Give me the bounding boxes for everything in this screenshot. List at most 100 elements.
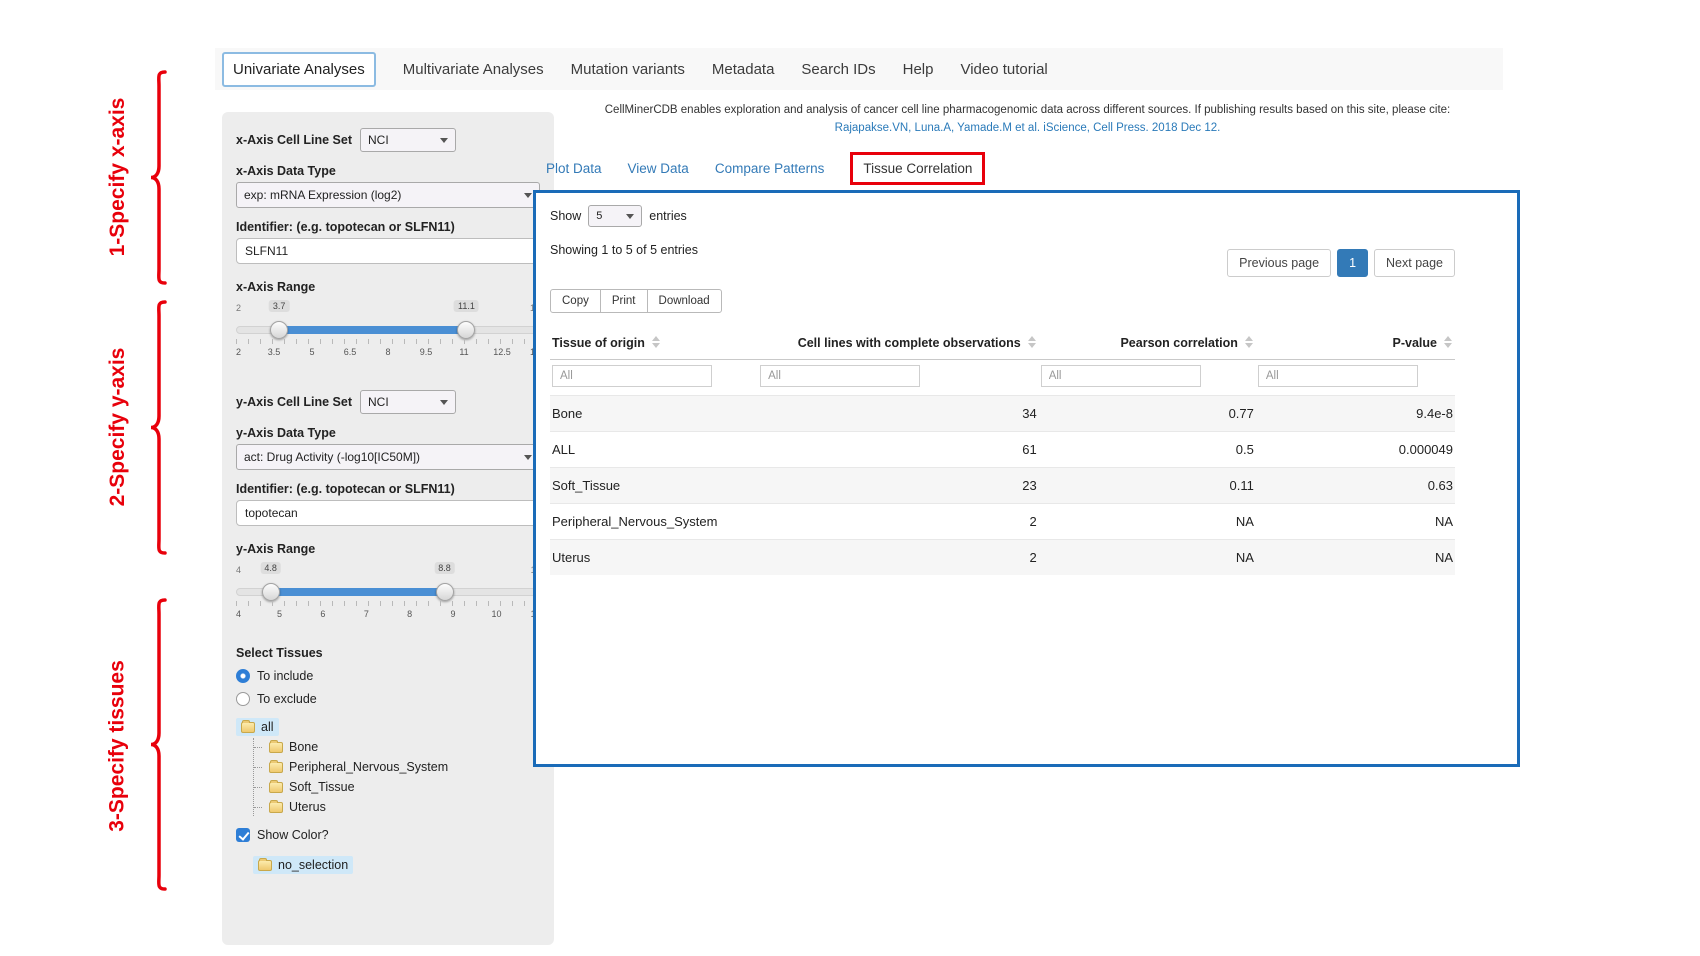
sort-icon[interactable]: [1444, 336, 1453, 348]
tree-item-all[interactable]: all: [236, 718, 279, 736]
subtab-tissue-correlation[interactable]: Tissue Correlation: [850, 152, 985, 185]
slider-tick-label: 7: [364, 609, 369, 619]
tree-item-uterus[interactable]: Uterus: [264, 798, 331, 816]
cell-pvalue: NA: [1256, 540, 1455, 576]
tree-item-no-selection[interactable]: no_selection: [253, 856, 353, 874]
page-size-select[interactable]: 5: [588, 205, 642, 227]
x-axis-data-type-label: x-Axis Data Type: [236, 164, 540, 178]
y-axis-cell-line-set-label: y-Axis Cell Line Set: [236, 395, 352, 409]
cell-tissue: Bone: [550, 396, 758, 432]
tree-item-label: Soft_Tissue: [289, 780, 355, 794]
y-axis-data-type-label: y-Axis Data Type: [236, 426, 540, 440]
analysis-subtabs: Plot Data View Data Compare Patterns Tis…: [546, 149, 985, 187]
tab-video-tutorial[interactable]: Video tutorial: [960, 61, 1047, 78]
table-row[interactable]: Uterus 2 NA NA: [550, 540, 1455, 576]
column-header-tissue-of-origin[interactable]: Tissue of origin: [550, 327, 758, 360]
x-identifier-label: Identifier: (e.g. topotecan or SLFN11): [236, 220, 540, 234]
tree-item-soft-tissue[interactable]: Soft_Tissue: [264, 778, 360, 796]
y-identifier-input[interactable]: [236, 500, 540, 526]
tab-search-ids[interactable]: Search IDs: [801, 61, 875, 78]
filter-cell-lines-input[interactable]: [760, 365, 920, 387]
tab-univariate-analyses[interactable]: Univariate Analyses: [222, 52, 376, 87]
slider-selected-range: [279, 326, 466, 334]
tissue-correlation-table: Tissue of origin Cell lines with complet…: [550, 327, 1455, 575]
subtab-compare-patterns[interactable]: Compare Patterns: [715, 161, 825, 176]
entries-label: entries: [649, 209, 687, 223]
annotation-brace-step2: [148, 300, 170, 555]
slider-tick-marks: [236, 339, 540, 344]
cell-tissue: ALL: [550, 432, 758, 468]
chevron-down-icon: [626, 214, 634, 219]
sort-icon[interactable]: [1028, 336, 1037, 348]
slider-tick-label: 2: [236, 347, 241, 357]
table-row[interactable]: Bone 34 0.77 9.4e-8: [550, 396, 1455, 432]
table-row[interactable]: Soft_Tissue 23 0.11 0.63: [550, 468, 1455, 504]
to-include-radio[interactable]: To include: [236, 669, 540, 683]
y-axis-range-label: y-Axis Range: [236, 542, 540, 556]
filter-tissue-input[interactable]: [552, 365, 712, 387]
filter-pearson-input[interactable]: [1041, 365, 1201, 387]
x-axis-range-label: x-Axis Range: [236, 280, 540, 294]
tab-metadata[interactable]: Metadata: [712, 61, 775, 78]
show-color-checkbox[interactable]: Show Color?: [236, 828, 540, 842]
y-range-right-handle[interactable]: [436, 583, 454, 601]
folder-icon: [269, 742, 283, 753]
tab-mutation-variants[interactable]: Mutation variants: [571, 61, 685, 78]
column-header-label: Pearson correlation: [1120, 336, 1237, 350]
slider-tick-label: 6: [320, 609, 325, 619]
pagination: Previous page 1 Next page: [1227, 249, 1455, 277]
table-filter-row: [550, 360, 1455, 396]
y-axis-cell-line-set-select[interactable]: NCI: [360, 390, 456, 414]
y-range-high-value: 8.8: [434, 562, 455, 574]
x-identifier-input[interactable]: [236, 238, 540, 264]
y-range-low-value: 4.8: [260, 562, 281, 574]
citation-text: CellMinerCDB enables exploration and ana…: [545, 104, 1510, 116]
show-color-label: Show Color?: [257, 828, 329, 842]
y-axis-range-slider[interactable]: 4 4.8 8.8 11 4 5 6 7 8 9 10 11: [236, 564, 540, 626]
print-button[interactable]: Print: [600, 289, 648, 313]
page-1-button[interactable]: 1: [1337, 249, 1368, 277]
tab-help[interactable]: Help: [903, 61, 934, 78]
show-label: Show: [550, 209, 581, 223]
table-header-row: Tissue of origin Cell lines with complet…: [550, 327, 1455, 360]
tab-multivariate-analyses[interactable]: Multivariate Analyses: [403, 61, 544, 78]
table-row[interactable]: Peripheral_Nervous_System 2 NA NA: [550, 504, 1455, 540]
slider-tick-label: 10: [492, 609, 502, 619]
checkbox-checked-icon: [236, 828, 250, 842]
x-range-left-handle[interactable]: [270, 321, 288, 339]
tree-item-bone[interactable]: Bone: [264, 738, 323, 756]
download-button[interactable]: Download: [647, 289, 722, 313]
next-page-button[interactable]: Next page: [1374, 249, 1455, 277]
slider-tick-label: 5: [277, 609, 282, 619]
citation-reference-link[interactable]: Rajapakse.VN, Luna.A, Yamade.M et al. iS…: [545, 122, 1510, 134]
x-axis-data-type-select[interactable]: exp: mRNA Expression (log2): [236, 182, 540, 208]
x-axis-range-slider[interactable]: 2 3.7 11.1 14 2 3.5 5 6.5 8 9.5 11 12.5 …: [236, 302, 540, 364]
sort-icon[interactable]: [652, 336, 661, 348]
y-axis-data-type-select[interactable]: act: Drug Activity (-log10[IC50M]): [236, 444, 540, 470]
cell-count: 2: [758, 504, 1039, 540]
sort-icon[interactable]: [1245, 336, 1254, 348]
filter-pvalue-input[interactable]: [1258, 365, 1418, 387]
table-row[interactable]: ALL 61 0.5 0.000049: [550, 432, 1455, 468]
tree-item-peripheral-nervous-system[interactable]: Peripheral_Nervous_System: [264, 758, 453, 776]
subtab-view-data[interactable]: View Data: [628, 161, 689, 176]
slider-tick-label: 3.5: [268, 347, 281, 357]
cell-count: 34: [758, 396, 1039, 432]
slider-tick-marks: [236, 601, 540, 606]
column-header-cell-lines[interactable]: Cell lines with complete observations: [758, 327, 1039, 360]
folder-icon: [269, 762, 283, 773]
previous-page-button[interactable]: Previous page: [1227, 249, 1331, 277]
tissue-tree: all Bone Peripheral_Nervous_System Soft_…: [236, 718, 540, 816]
to-exclude-radio[interactable]: To exclude: [236, 692, 540, 706]
column-header-pearson-correlation[interactable]: Pearson correlation: [1039, 327, 1256, 360]
subtab-plot-data[interactable]: Plot Data: [546, 161, 602, 176]
x-axis-cell-line-set-select[interactable]: NCI: [360, 128, 456, 152]
column-header-p-value[interactable]: P-value: [1256, 327, 1455, 360]
cell-pearson: 0.77: [1039, 396, 1256, 432]
y-range-left-handle[interactable]: [262, 583, 280, 601]
radio-unselected-icon: [236, 692, 250, 706]
x-range-right-handle[interactable]: [457, 321, 475, 339]
cell-pvalue: 0.000049: [1256, 432, 1455, 468]
copy-button[interactable]: Copy: [550, 289, 601, 313]
column-header-label: Cell lines with complete observations: [798, 336, 1021, 350]
